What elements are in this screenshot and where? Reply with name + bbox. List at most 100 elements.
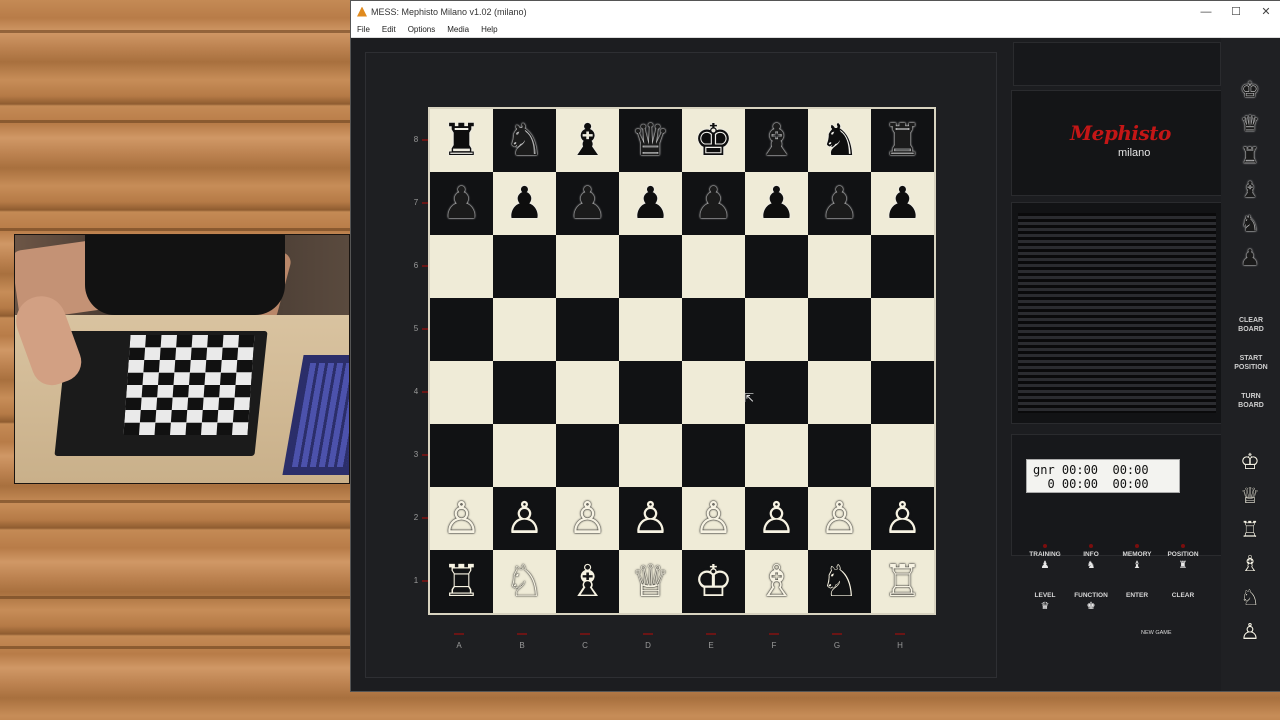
- white-bishop-icon[interactable]: ♗: [1235, 554, 1265, 576]
- square-d5[interactable]: [619, 298, 682, 361]
- black-king-icon[interactable]: ♚: [1235, 80, 1265, 102]
- square-c8[interactable]: ♝: [556, 109, 619, 172]
- black-queen-icon[interactable]: ♛: [1235, 114, 1265, 136]
- function-button[interactable]: FUNCTION ♚: [1069, 592, 1113, 612]
- square-b5[interactable]: [493, 298, 556, 361]
- info-button[interactable]: INFO ♞: [1069, 544, 1113, 571]
- black-knight-icon[interactable]: ♞: [1235, 214, 1265, 236]
- square-c6[interactable]: [556, 235, 619, 298]
- square-g5[interactable]: [808, 298, 871, 361]
- square-g2[interactable]: ♙: [808, 487, 871, 550]
- turn-board-button[interactable]: TURN BOARD: [1229, 392, 1273, 410]
- enter-button[interactable]: ENTER: [1115, 592, 1159, 599]
- square-e8[interactable]: ♚: [682, 109, 745, 172]
- square-e1[interactable]: ♔: [682, 550, 745, 613]
- square-h6[interactable]: [871, 235, 934, 298]
- square-e3[interactable]: [682, 424, 745, 487]
- square-b8[interactable]: ♞: [493, 109, 556, 172]
- square-c2[interactable]: ♙: [556, 487, 619, 550]
- black-rook-piece[interactable]: ♜: [883, 118, 922, 163]
- square-b4[interactable]: [493, 361, 556, 424]
- white-knight-icon[interactable]: ♘: [1235, 588, 1265, 610]
- clear-button[interactable]: CLEAR: [1161, 592, 1205, 599]
- square-c5[interactable]: [556, 298, 619, 361]
- memory-button[interactable]: MEMORY ♝: [1115, 544, 1159, 571]
- square-a1[interactable]: ♖: [430, 550, 493, 613]
- square-d6[interactable]: [619, 235, 682, 298]
- black-pawn-piece[interactable]: ♟: [883, 181, 922, 226]
- white-pawn-piece[interactable]: ♙: [442, 496, 481, 541]
- white-pawn-icon[interactable]: ♙: [1235, 622, 1265, 644]
- square-h8[interactable]: ♜: [871, 109, 934, 172]
- square-h1[interactable]: ♖: [871, 550, 934, 613]
- square-g7[interactable]: ♟: [808, 172, 871, 235]
- white-queen-piece[interactable]: ♕: [631, 559, 670, 604]
- square-a2[interactable]: ♙: [430, 487, 493, 550]
- chess-board[interactable]: ♜ ♞ ♝ ♛ ♚ ♝ ♞ ♜ ♟ ♟ ♟ ♟ ♟ ♟ ♟ ♟ ♙ ♙ ♙ ♙ ♙ ♙ ♙ ♙ ♖ ♘ ♗ ♕ ♔ ♗ ♘ ♖: [428, 107, 936, 615]
- square-h7[interactable]: ♟: [871, 172, 934, 235]
- square-f2[interactable]: ♙: [745, 487, 808, 550]
- black-knight-piece[interactable]: ♞: [820, 118, 859, 163]
- square-g6[interactable]: [808, 235, 871, 298]
- square-h5[interactable]: [871, 298, 934, 361]
- square-d4[interactable]: [619, 361, 682, 424]
- square-f4[interactable]: [745, 361, 808, 424]
- white-pawn-piece[interactable]: ♙: [820, 496, 859, 541]
- black-pawn-piece[interactable]: ♟: [568, 181, 607, 226]
- white-pawn-piece[interactable]: ♙: [757, 496, 796, 541]
- position-button[interactable]: POSITION ♜: [1161, 544, 1205, 571]
- square-f1[interactable]: ♗: [745, 550, 808, 613]
- menu-help[interactable]: Help: [475, 25, 503, 34]
- white-pawn-piece[interactable]: ♙: [694, 496, 733, 541]
- white-pawn-piece[interactable]: ♙: [883, 496, 922, 541]
- square-d1[interactable]: ♕: [619, 550, 682, 613]
- start-position-button[interactable]: START POSITION: [1229, 354, 1273, 372]
- white-queen-icon[interactable]: ♕: [1235, 486, 1265, 508]
- square-e4[interactable]: [682, 361, 745, 424]
- black-pawn-piece[interactable]: ♟: [442, 181, 481, 226]
- square-a4[interactable]: [430, 361, 493, 424]
- black-pawn-icon[interactable]: ♟: [1235, 248, 1265, 270]
- black-queen-piece[interactable]: ♛: [631, 118, 670, 163]
- square-a6[interactable]: [430, 235, 493, 298]
- black-pawn-piece[interactable]: ♟: [631, 181, 670, 226]
- black-pawn-piece[interactable]: ♟: [694, 181, 733, 226]
- square-e6[interactable]: [682, 235, 745, 298]
- white-bishop-piece[interactable]: ♗: [568, 559, 607, 604]
- black-king-piece[interactable]: ♚: [694, 118, 733, 163]
- square-c1[interactable]: ♗: [556, 550, 619, 613]
- square-a5[interactable]: [430, 298, 493, 361]
- menu-options[interactable]: Options: [402, 25, 442, 34]
- square-e2[interactable]: ♙: [682, 487, 745, 550]
- square-e7[interactable]: ♟: [682, 172, 745, 235]
- square-c7[interactable]: ♟: [556, 172, 619, 235]
- square-f7[interactable]: ♟: [745, 172, 808, 235]
- square-d3[interactable]: [619, 424, 682, 487]
- black-pawn-piece[interactable]: ♟: [505, 181, 544, 226]
- white-rook-piece[interactable]: ♖: [442, 559, 481, 604]
- clear-board-button[interactable]: CLEAR BOARD: [1229, 316, 1273, 334]
- square-f5[interactable]: [745, 298, 808, 361]
- white-bishop-piece[interactable]: ♗: [757, 559, 796, 604]
- white-knight-piece[interactable]: ♘: [505, 559, 544, 604]
- square-h3[interactable]: [871, 424, 934, 487]
- maximize-button[interactable]: ☐: [1221, 5, 1251, 18]
- white-rook-icon[interactable]: ♖: [1235, 520, 1265, 542]
- white-pawn-piece[interactable]: ♙: [631, 496, 670, 541]
- square-g4[interactable]: [808, 361, 871, 424]
- square-b3[interactable]: [493, 424, 556, 487]
- black-bishop-piece[interactable]: ♝: [757, 118, 796, 163]
- black-rook-icon[interactable]: ♜: [1235, 146, 1265, 168]
- square-h2[interactable]: ♙: [871, 487, 934, 550]
- square-e5[interactable]: [682, 298, 745, 361]
- square-a7[interactable]: ♟: [430, 172, 493, 235]
- square-b1[interactable]: ♘: [493, 550, 556, 613]
- black-bishop-piece[interactable]: ♝: [568, 118, 607, 163]
- square-b6[interactable]: [493, 235, 556, 298]
- square-f3[interactable]: [745, 424, 808, 487]
- white-pawn-piece[interactable]: ♙: [505, 496, 544, 541]
- square-d2[interactable]: ♙: [619, 487, 682, 550]
- square-f6[interactable]: [745, 235, 808, 298]
- level-button[interactable]: LEVEL ♛: [1023, 592, 1067, 612]
- square-d7[interactable]: ♟: [619, 172, 682, 235]
